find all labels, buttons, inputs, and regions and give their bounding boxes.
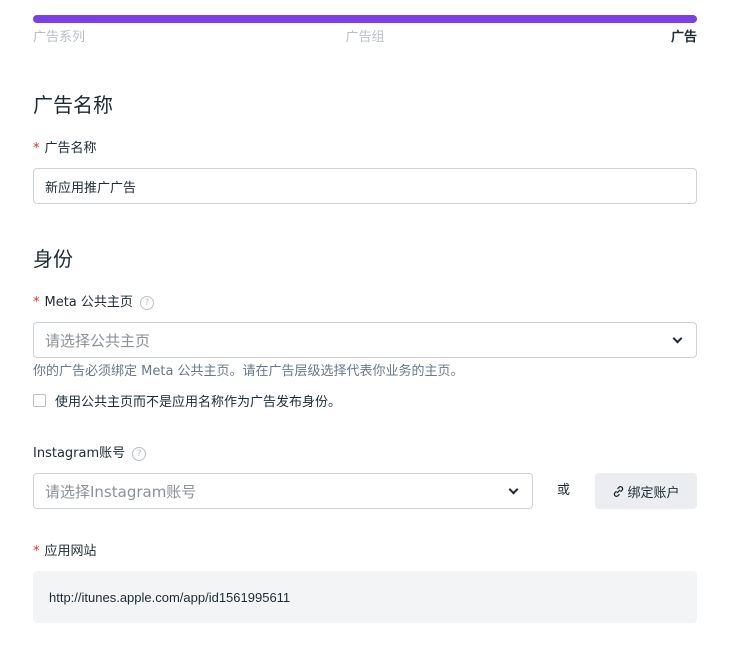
required-asterisk: * <box>33 544 40 559</box>
website-value: http://itunes.apple.com/app/id1561995611 <box>49 589 291 605</box>
instagram-label: Instagram账号 ? <box>33 445 147 463</box>
ad-name-input[interactable]: 新应用推广广告 <box>33 168 697 204</box>
instagram-label-text: Instagram账号 <box>33 446 126 461</box>
chevron-down-icon <box>672 333 683 343</box>
link-icon <box>614 485 624 497</box>
website-field[interactable]: http://itunes.apple.com/app/id1561995611 <box>33 571 697 623</box>
question-circle-icon[interactable]: ? <box>132 447 147 461</box>
instagram-select[interactable]: 请选择Instagram账号 <box>33 473 533 509</box>
stepper: 广告系列 广告组 广告 <box>33 29 697 49</box>
step-ad[interactable]: 广告 <box>671 29 697 47</box>
question-circle-icon[interactable]: ? <box>139 296 154 310</box>
page-hint: 你的广告必须绑定 Meta 公共主页。请在广告层级选择代表你业务的主页。 <box>33 364 464 379</box>
chevron-down-icon <box>508 484 519 494</box>
page-label: * Meta 公共主页 ? <box>33 294 154 312</box>
website-label-text: 应用网站 <box>44 544 97 559</box>
ad-name-section-title: 广告名称 <box>33 93 113 117</box>
website-label: * 应用网站 <box>33 543 97 561</box>
step-campaign[interactable]: 广告系列 <box>33 29 85 47</box>
bind-account-label: 绑定账户 <box>627 485 680 501</box>
use-page-identity-label: 使用公共主页而不是应用名称作为广告发布身份。 <box>55 395 342 410</box>
step-ad-set[interactable]: 广告组 <box>345 30 384 45</box>
page-label-text: Meta 公共主页 <box>44 295 133 310</box>
page-select-placeholder: 请选择公共主页 <box>45 331 151 350</box>
or-text: 或 <box>557 483 571 498</box>
page-select[interactable]: 请选择公共主页 <box>33 322 697 358</box>
ad-name-input-value: 新应用推广广告 <box>45 180 137 196</box>
progress-bar <box>33 15 697 23</box>
instagram-select-placeholder: 请选择Instagram账号 <box>45 482 197 501</box>
ad-name-label-text: 广告名称 <box>44 141 97 156</box>
required-asterisk: * <box>33 141 40 156</box>
use-page-identity-row[interactable]: 使用公共主页而不是应用名称作为广告发布身份。 <box>33 391 341 410</box>
ad-name-label: * 广告名称 <box>33 140 97 158</box>
required-asterisk: * <box>33 295 40 310</box>
identity-section-title: 身份 <box>33 247 73 271</box>
use-page-identity-checkbox[interactable] <box>33 394 46 407</box>
bind-account-button[interactable]: 绑定账户 <box>595 473 697 509</box>
